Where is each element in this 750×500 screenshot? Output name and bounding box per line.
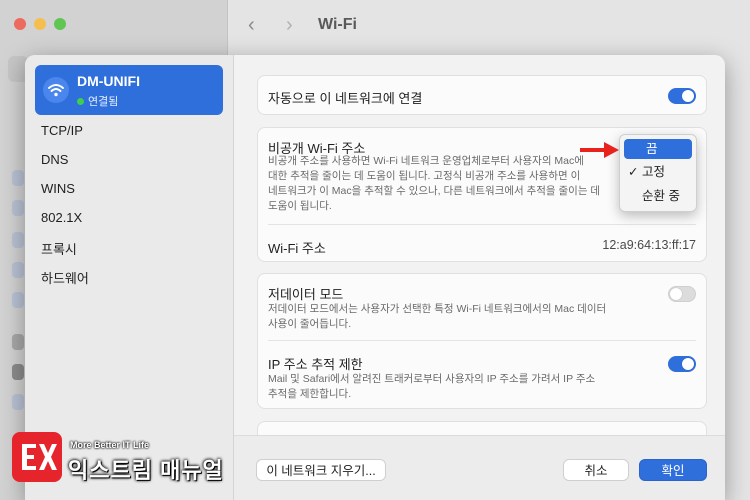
limit-ip-tracking-label: IP 주소 추적 제한	[268, 357, 363, 372]
private-address-menu: 끔 ✓ 고정 순환 중	[619, 134, 697, 212]
sidebar-item-wins[interactable]: WINS	[41, 181, 75, 196]
sidebar-item-hardware[interactable]: 하드웨어	[41, 268, 89, 287]
divider	[268, 224, 696, 225]
background-sidebar-icon	[12, 200, 24, 216]
sidebar-item-tcpip[interactable]: TCP/IP	[41, 123, 83, 138]
checkmark-icon: ✓	[628, 165, 639, 179]
low-data-mode-label: 저데이터 모드	[268, 287, 344, 302]
back-arrow-icon[interactable]: ‹	[248, 14, 255, 37]
background-sidebar-icon	[12, 394, 24, 410]
network-status: 연결됨	[77, 93, 118, 109]
auto-join-toggle[interactable]	[668, 88, 696, 104]
minimize-window-button[interactable]	[34, 18, 46, 30]
menu-item-rotating[interactable]: 순환 중	[624, 186, 692, 206]
close-window-button[interactable]	[14, 18, 26, 30]
sidebar-item-network[interactable]: DM-UNIFI 연결됨	[35, 65, 223, 115]
next-panel-edge	[257, 421, 707, 435]
red-arrow-icon	[580, 142, 619, 158]
divider	[268, 340, 696, 341]
sidebar-item-8021x[interactable]: 802.1X	[41, 210, 82, 225]
watermark-logo	[12, 432, 62, 482]
wifi-icon	[43, 77, 69, 103]
watermark-tagline: More Better IT Life	[70, 440, 150, 450]
background-sidebar-icon	[12, 262, 24, 278]
sidebar-item-dns[interactable]: DNS	[41, 152, 68, 167]
sheet-footer: 이 네트워크 지우기... 취소 확인	[234, 435, 725, 500]
low-data-mode-description: 저데이터 모드에서는 사용자가 선택한 특정 Wi-Fi 네트워크에서의 Mac…	[268, 303, 607, 330]
settings-content: 자동으로 이 네트워크에 연결 비공개 Wi-Fi 주소 비공개 주소를 사용하…	[235, 55, 725, 435]
cancel-button[interactable]: 취소	[563, 459, 629, 481]
wifi-address-value: 12:a9:64:13:ff:17	[602, 238, 696, 252]
menu-item-fixed[interactable]: ✓ 고정	[624, 162, 692, 182]
limit-ip-tracking-toggle[interactable]	[668, 356, 696, 372]
background-sidebar-icon	[12, 364, 24, 380]
private-address-description: 비공개 주소를 사용하면 Wi-Fi 네트워크 운영업체로부터 사용자의 Mac…	[268, 155, 601, 212]
background-sidebar-icon	[12, 232, 24, 248]
forget-network-button[interactable]: 이 네트워크 지우기...	[256, 459, 386, 481]
data-options-panel: 저데이터 모드 저데이터 모드에서는 사용자가 선택한 특정 Wi-Fi 네트워…	[257, 273, 707, 409]
zoom-window-button[interactable]	[54, 18, 66, 30]
ok-button[interactable]: 확인	[639, 459, 707, 481]
ex-logo-icon	[22, 444, 57, 470]
auto-join-label: 자동으로 이 네트워크에 연결	[268, 91, 423, 106]
network-settings-sheet: DM-UNIFI 연결됨 TCP/IP DNS WINS 802.1X 프록시 …	[25, 55, 725, 500]
connected-dot-icon	[77, 98, 84, 105]
network-name: DM-UNIFI	[77, 73, 140, 89]
auto-join-panel: 자동으로 이 네트워크에 연결	[257, 75, 707, 115]
wifi-address-label: Wi-Fi 주소	[268, 241, 326, 256]
menu-item-off[interactable]: 끔	[624, 139, 692, 159]
sidebar-item-proxy[interactable]: 프록시	[41, 239, 77, 258]
watermark-name: 익스트림 매뉴얼	[68, 458, 224, 483]
background-sidebar-icon	[12, 292, 24, 308]
background-sidebar-icon	[12, 334, 24, 350]
low-data-mode-toggle[interactable]	[668, 286, 696, 302]
forward-arrow-icon[interactable]: ›	[286, 14, 293, 37]
limit-ip-tracking-description: Mail 및 Safari에서 알려진 트래커로부터 사용자의 IP 주소를 가…	[268, 373, 596, 400]
background-sidebar-icon	[12, 170, 24, 186]
network-status-text: 연결됨	[88, 96, 119, 108]
window-title: Wi-Fi	[318, 16, 357, 33]
